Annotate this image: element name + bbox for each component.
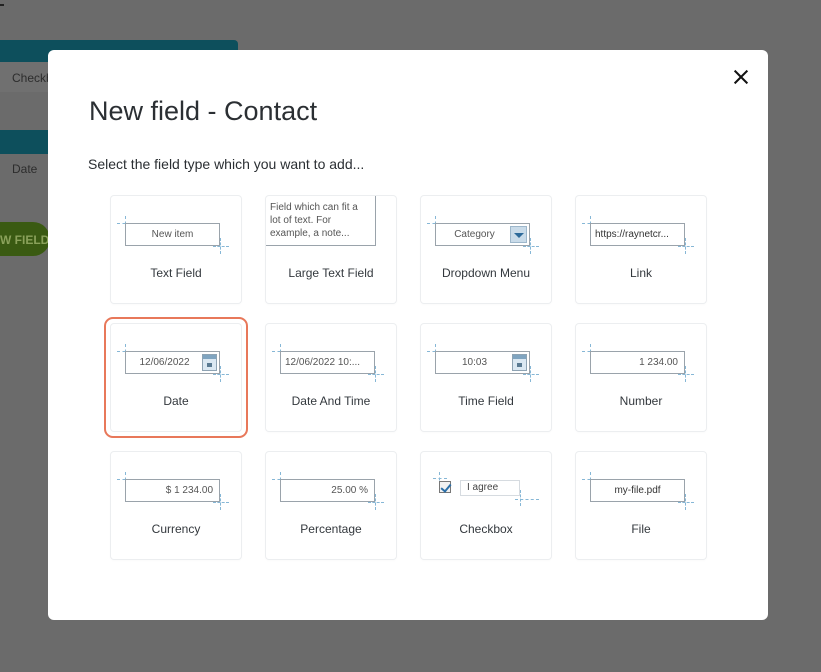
- field-type-label: Large Text Field: [288, 266, 374, 280]
- preview-text: $ 1 234.00: [125, 479, 220, 502]
- field-type-label: Number: [619, 394, 663, 408]
- background-new-field-button: W FIELD: [0, 222, 50, 256]
- preview-text: 12/06/2022 10:...: [280, 351, 375, 374]
- preview-text: 12/06/2022: [125, 351, 220, 374]
- field-type-label: Date And Time: [291, 394, 371, 408]
- field-type-date-and-time[interactable]: 12/06/2022 10:... Date And Time: [266, 324, 396, 431]
- preview-text: 25.00 %: [280, 479, 375, 502]
- background-dash: [0, 4, 4, 6]
- large-text-preview: Field which can fit a lot of text. For e…: [266, 196, 381, 252]
- preview-text: https://raynetcr...: [590, 223, 685, 246]
- time-preview-value: 10:03: [461, 357, 488, 368]
- preview-text: Field which can fit a lot of text. For e…: [266, 196, 376, 246]
- modal-title: New field - Contact: [89, 96, 318, 126]
- field-type-link[interactable]: https://raynetcr... Link: [576, 196, 706, 303]
- date-preview-value: 12/06/2022: [139, 357, 190, 368]
- field-type-file[interactable]: my-file.pdf File: [576, 452, 706, 559]
- field-type-label: Link: [629, 266, 652, 280]
- link-preview: https://raynetcr...: [582, 216, 700, 254]
- checkbox-preview: I agree: [427, 472, 545, 508]
- date-preview: 12/06/2022: [117, 344, 235, 382]
- preview-text: 1 234.00: [590, 351, 685, 374]
- preview-text: my-file.pdf: [590, 479, 685, 502]
- new-field-modal: New field - Contact Select the field typ…: [48, 50, 768, 620]
- field-type-label: Time Field: [458, 394, 514, 408]
- field-type-label: Checkbox: [459, 522, 513, 536]
- percentage-preview: 25.00 %: [272, 472, 390, 510]
- text-field-preview: New item: [117, 216, 235, 254]
- field-type-date[interactable]: 12/06/2022 Date: [104, 317, 248, 438]
- field-type-label: Date: [163, 394, 189, 408]
- field-type-percentage[interactable]: 25.00 % Percentage: [266, 452, 396, 559]
- dropdown-preview-value: Category: [454, 229, 495, 240]
- preview-text: 10:03: [435, 351, 530, 374]
- field-type-label: Dropdown Menu: [441, 266, 531, 280]
- dropdown-preview: Category: [427, 216, 545, 254]
- modal-subtitle: Select the field type which you want to …: [88, 156, 365, 172]
- field-type-dropdown-menu[interactable]: Category Dropdown Menu: [421, 196, 551, 303]
- field-type-label: Text Field: [150, 266, 202, 280]
- field-type-grid: New item Text Field Field which can fit …: [104, 196, 706, 559]
- field-type-checkbox[interactable]: I agree Checkbox: [421, 452, 551, 559]
- preview-text: I agree: [460, 480, 520, 496]
- calendar-icon: [202, 354, 217, 371]
- field-type-label: Currency: [151, 522, 201, 536]
- field-type-number[interactable]: 1 234.00 Number: [576, 324, 706, 431]
- checkbox-checked-icon: [439, 481, 451, 493]
- preview-text: New item: [125, 223, 220, 246]
- date-time-preview: 12/06/2022 10:...: [272, 344, 390, 382]
- field-type-label: File: [631, 522, 651, 536]
- time-preview: 10:03: [427, 344, 545, 382]
- file-preview: my-file.pdf: [582, 472, 700, 510]
- chevron-down-icon: [510, 226, 527, 243]
- calendar-icon: [512, 354, 527, 371]
- field-type-label: Percentage: [300, 522, 362, 536]
- currency-preview: $ 1 234.00: [117, 472, 235, 510]
- field-type-time-field[interactable]: 10:03 Time Field: [421, 324, 551, 431]
- field-type-text-field[interactable]: New item Text Field: [111, 196, 241, 303]
- close-icon[interactable]: [730, 66, 752, 88]
- field-type-large-text-field[interactable]: Field which can fit a lot of text. For e…: [266, 196, 396, 303]
- preview-text: Category: [435, 223, 530, 246]
- number-preview: 1 234.00: [582, 344, 700, 382]
- field-type-currency[interactable]: $ 1 234.00 Currency: [111, 452, 241, 559]
